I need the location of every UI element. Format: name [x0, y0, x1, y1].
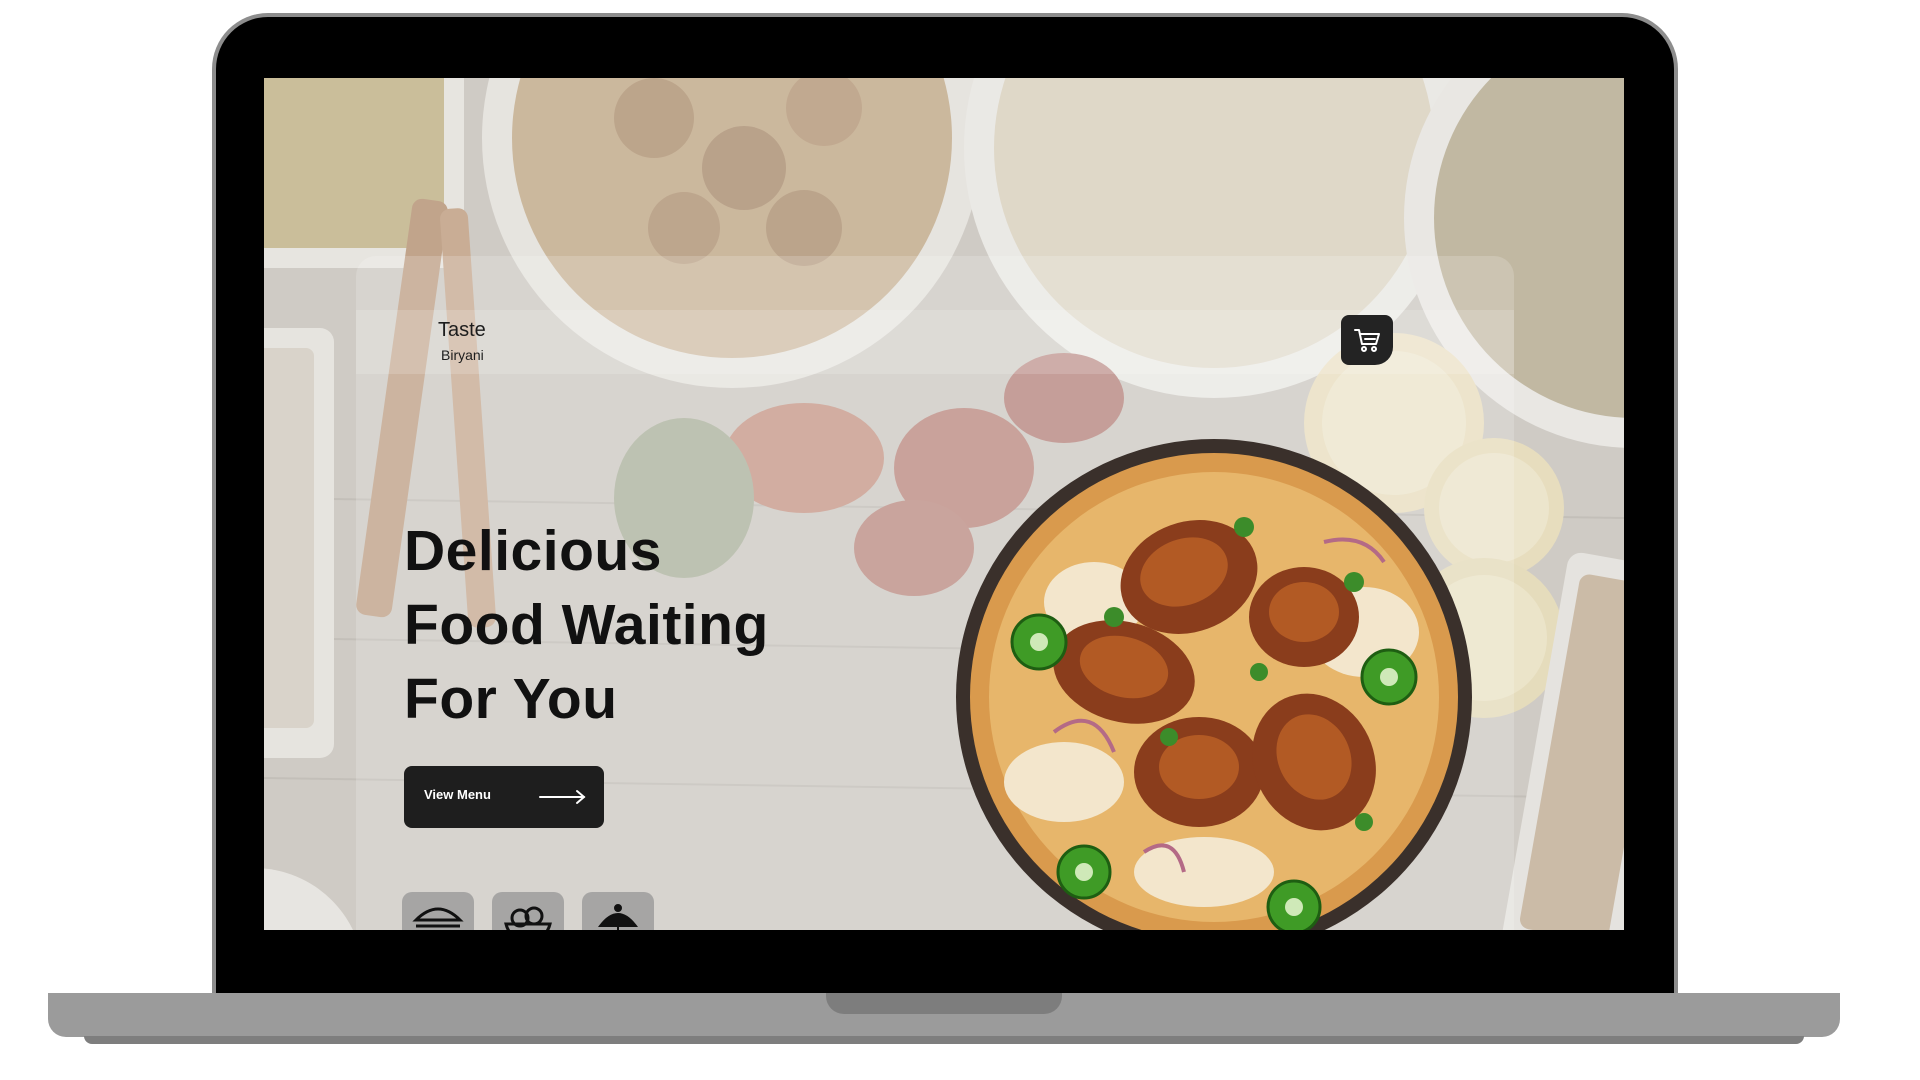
headline-line-1: Delicious	[404, 519, 662, 583]
category-burger-button[interactable]	[402, 892, 474, 930]
biryani-dish-image	[956, 439, 1472, 930]
laptop-notch	[826, 993, 1062, 1014]
view-menu-button[interactable]: View Menu	[404, 766, 604, 828]
headline-line-2: Food Waiting	[404, 593, 769, 657]
shopping-cart-icon	[1354, 329, 1380, 352]
burger-icon	[412, 907, 464, 928]
view-menu-label: View Menu	[424, 787, 491, 802]
arrow-right-icon	[539, 790, 586, 804]
cart-button[interactable]	[1341, 315, 1393, 365]
fruit-bowl-icon	[504, 906, 552, 930]
dessert-icon	[597, 904, 639, 930]
website-screen: Taste Biryani Delicious Food Waiting For…	[264, 78, 1624, 930]
hero-headline: Delicious Food Waiting For You	[404, 514, 769, 736]
category-dessert-button[interactable]	[582, 892, 654, 930]
laptop-base-edge	[84, 1036, 1804, 1044]
headline-line-3: For You	[404, 667, 618, 731]
category-fruit-button[interactable]	[492, 892, 564, 930]
brand-subtitle: Biryani	[441, 347, 484, 363]
brand-name[interactable]: Taste	[438, 319, 486, 342]
